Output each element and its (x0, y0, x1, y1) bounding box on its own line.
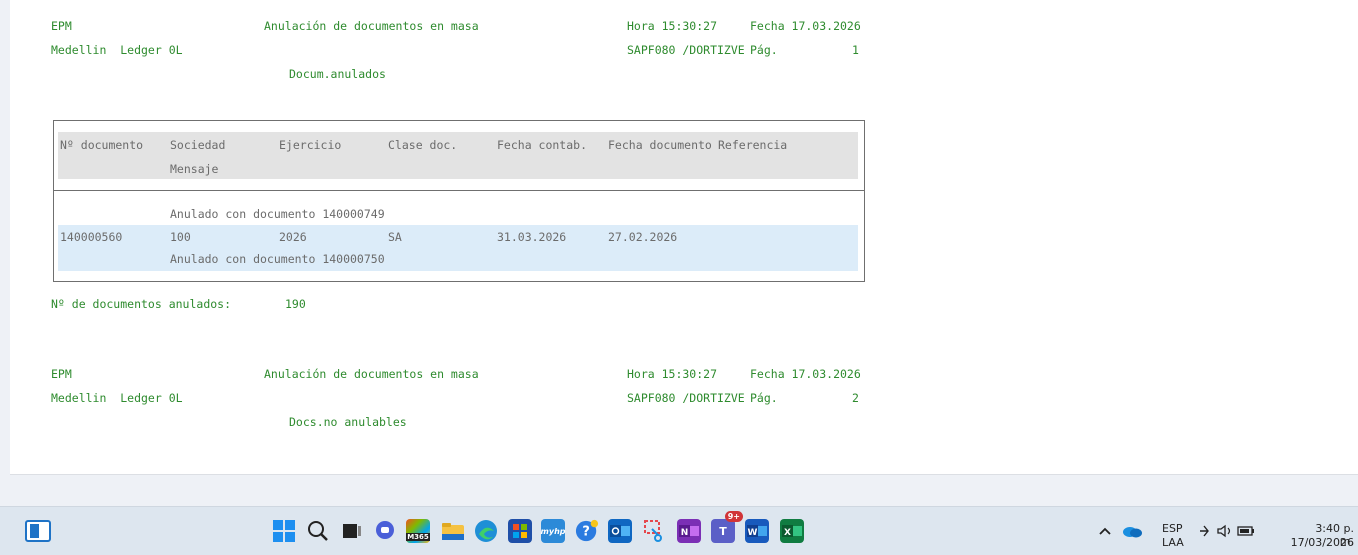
col-header-fiscal-year[interactable]: Ejercicio (279, 138, 341, 152)
m365-icon[interactable]: M365 (406, 519, 430, 543)
page-label-2: Pág. (750, 391, 778, 405)
company-name: EPM (51, 19, 72, 33)
task-view-icon[interactable] (340, 519, 364, 543)
taskbar: M365 myhp ? N T 9+ W X ESP LAA 3:40 p. m… (0, 506, 1358, 555)
section-title: Docum.anulados (289, 67, 386, 81)
ledger-label: Medellin Ledger 0L (51, 43, 183, 57)
report-time: Hora 15:30:27 (627, 19, 718, 33)
col-header-reference[interactable]: Referencia (718, 138, 787, 152)
row-company-code[interactable]: 100 (170, 230, 191, 244)
page-label: Pág. (750, 43, 778, 57)
widgets-icon[interactable] (25, 520, 51, 542)
language-bottom[interactable]: LAA (1162, 536, 1184, 549)
help-icon[interactable]: ? (575, 519, 599, 543)
report-sheet: EPM Anulación de documentos en masa Hora… (10, 0, 1358, 475)
chat-icon[interactable] (373, 519, 397, 543)
col-header-company[interactable]: Sociedad (170, 138, 225, 152)
page-number: 1 (852, 43, 859, 57)
onedrive-icon[interactable] (1120, 519, 1144, 543)
chevron-up-icon[interactable] (1093, 519, 1117, 543)
outlook-icon[interactable] (608, 519, 632, 543)
start-icon[interactable] (272, 519, 296, 543)
language-top[interactable]: ESP (1162, 522, 1183, 535)
col-header-doc-no[interactable]: Nº documento (60, 138, 143, 152)
report-viewer: EPM Anulación de documentos en masa Hora… (0, 0, 1358, 506)
ledger-label-2: Medellin Ledger 0L (51, 391, 183, 405)
program-user: SAPF080 /DORTIZVE (627, 43, 745, 57)
report-title: Anulación de documentos en masa (264, 19, 479, 33)
section-title-2: Docs.no anulables (289, 415, 407, 429)
svg-text:N: N (681, 528, 689, 538)
battery-icon (1237, 526, 1254, 536)
excel-icon[interactable]: X (780, 519, 804, 543)
col-header-doc-type[interactable]: Clase doc. (388, 138, 457, 152)
svg-text:X: X (784, 528, 791, 538)
report-date-2: Fecha 17.03.2026 (750, 367, 861, 381)
row-doc-type[interactable]: SA (388, 230, 402, 244)
summary-value: 190 (285, 297, 306, 311)
program-user-2: SAPF080 /DORTIZVE (627, 391, 745, 405)
row-fiscal-year[interactable]: 2026 (279, 230, 307, 244)
snipping-tool-icon[interactable] (643, 519, 667, 543)
search-icon[interactable] (306, 519, 330, 543)
row-doc-no[interactable]: 140000560 (60, 230, 122, 244)
m365-label: M365 (406, 533, 430, 541)
teams-icon[interactable]: T 9+ (711, 511, 743, 543)
report-time-2: Hora 15:30:27 (627, 367, 718, 381)
table-divider (54, 190, 864, 191)
network-volume-battery[interactable] (1198, 519, 1258, 543)
page-number-2: 2 (852, 391, 859, 405)
report-date: Fecha 17.03.2026 (750, 19, 861, 33)
file-explorer-icon[interactable] (441, 519, 465, 543)
row-message[interactable]: Anulado con documento 140000750 (170, 252, 385, 266)
myhp-label: myhp (540, 526, 566, 536)
table-row-message[interactable]: Anulado con documento 140000749 (170, 207, 385, 221)
word-icon[interactable]: W (745, 519, 769, 543)
row-posting-date[interactable]: 31.03.2026 (497, 230, 566, 244)
summary-label: Nº de documentos anulados: (51, 297, 232, 311)
svg-text:W: W (748, 528, 758, 538)
volume-icon (1217, 524, 1231, 538)
store-icon[interactable] (508, 519, 532, 543)
myhp-icon[interactable]: myhp (540, 519, 566, 543)
report-title-2: Anulación de documentos en masa (264, 367, 479, 381)
teams-badge: 9+ (724, 511, 743, 522)
svg-text:?: ? (582, 525, 590, 540)
airplane-icon (1200, 525, 1209, 537)
company-name-2: EPM (51, 367, 72, 381)
clock-date[interactable]: 17/03/2026 (1290, 536, 1354, 549)
edge-icon[interactable] (474, 519, 498, 543)
onenote-icon[interactable]: N (677, 519, 701, 543)
row-doc-date[interactable]: 27.02.2026 (608, 230, 677, 244)
col-header-message[interactable]: Mensaje (170, 162, 218, 176)
col-header-doc-date[interactable]: Fecha documento (608, 138, 712, 152)
col-header-posting-date[interactable]: Fecha contab. (497, 138, 587, 152)
documents-table: Nº documento Sociedad Ejercicio Clase do… (53, 120, 865, 282)
